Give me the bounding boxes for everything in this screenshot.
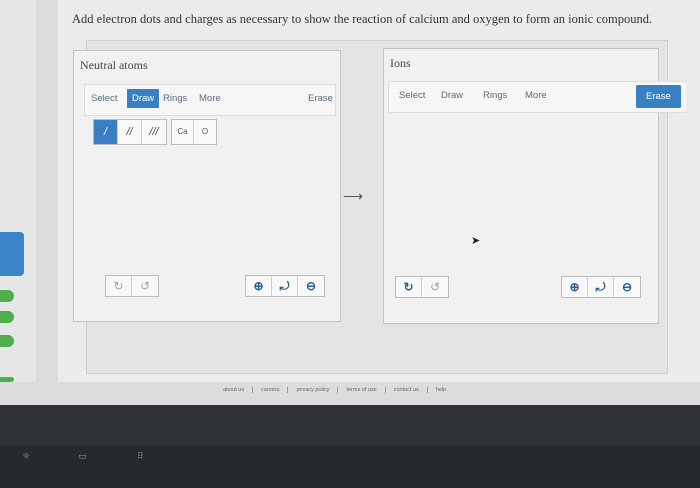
erase-button[interactable]: Erase	[308, 93, 333, 104]
reset-zoom-icon[interactable]: ⤾	[272, 276, 298, 296]
launchpad-icon: ⠿	[137, 452, 144, 462]
triple-bond-button[interactable]: ///	[142, 120, 166, 144]
more-tool[interactable]: More	[525, 90, 547, 101]
zoom-in-icon[interactable]: ⊕	[246, 276, 272, 296]
footer-terms-link[interactable]: terms of use	[337, 387, 384, 393]
single-bond-button[interactable]: /	[94, 120, 118, 144]
monitor-bezel	[0, 405, 700, 445]
neutral-atoms-panel: Neutral atoms Select Draw Rings More Era…	[73, 50, 341, 322]
select-tool[interactable]: Select	[399, 90, 425, 101]
undo-icon[interactable]: ↻	[106, 276, 132, 296]
ions-panel: Ions Select Draw Rings More Erase ↻ ↺ ⊕ …	[383, 48, 686, 324]
double-bond-button[interactable]: //	[118, 120, 142, 144]
mission-control-icon: ▭	[78, 452, 87, 462]
atom-ca-button[interactable]: Ca	[172, 120, 195, 144]
footer-about-link[interactable]: about us	[215, 387, 252, 393]
draw-tool[interactable]: Draw	[441, 90, 463, 101]
atom-selector: Ca O	[171, 119, 217, 145]
footer-privacy-link[interactable]: privacy policy	[287, 387, 337, 393]
zoom-out-icon[interactable]: ⊖	[614, 277, 640, 297]
redo-icon[interactable]: ↺	[422, 277, 448, 297]
question-text: Add electron dots and charges as necessa…	[72, 12, 653, 26]
brightness-icon: ☼	[22, 452, 31, 462]
footer-contact-link[interactable]: contact us	[384, 387, 427, 393]
mouse-cursor-icon: ➤	[471, 235, 481, 247]
zoom-controls: ⊕ ⤾ ⊖	[245, 275, 325, 297]
footer-help-link[interactable]: help	[426, 387, 454, 393]
keyboard-area	[0, 445, 700, 488]
select-tool[interactable]: Select	[91, 93, 117, 104]
atom-o-button[interactable]: O	[194, 120, 216, 144]
footer-links: about us careers privacy policy terms of…	[215, 387, 454, 393]
side-tab[interactable]	[0, 335, 14, 347]
history-controls: ↻ ↺	[395, 276, 449, 298]
side-tab-active[interactable]	[0, 232, 24, 276]
zoom-controls: ⊕ ⤾ ⊖	[561, 276, 641, 298]
history-controls: ↻ ↺	[105, 275, 159, 297]
bond-selector: / // ///	[93, 119, 167, 145]
drawing-toolbar: Select Draw Rings More Erase	[84, 84, 336, 116]
reaction-arrow: ⟶	[343, 188, 364, 204]
side-tab[interactable]	[0, 377, 14, 382]
reset-zoom-icon[interactable]: ⤾	[588, 277, 614, 297]
footer-careers-link[interactable]: careers	[252, 387, 287, 393]
more-tool[interactable]: More	[199, 93, 221, 104]
drawing-toolbar: Select Draw Rings More Erase	[388, 81, 686, 113]
rings-tool[interactable]: Rings	[483, 90, 507, 101]
monitor-screen: Add electron dots and charges as necessa…	[0, 0, 700, 405]
redo-icon[interactable]: ↺	[132, 276, 158, 296]
side-tab[interactable]	[0, 311, 14, 323]
panel-title: Ions	[390, 56, 411, 70]
side-tab[interactable]	[0, 290, 14, 302]
undo-icon[interactable]: ↻	[396, 277, 422, 297]
panel-title: Neutral atoms	[80, 58, 148, 72]
draw-tool[interactable]: Draw	[127, 89, 160, 108]
zoom-in-icon[interactable]: ⊕	[562, 277, 588, 297]
zoom-out-icon[interactable]: ⊖	[298, 276, 324, 296]
erase-button[interactable]: Erase	[636, 85, 681, 108]
rings-tool[interactable]: Rings	[163, 93, 187, 104]
left-edge-strip	[0, 0, 36, 382]
